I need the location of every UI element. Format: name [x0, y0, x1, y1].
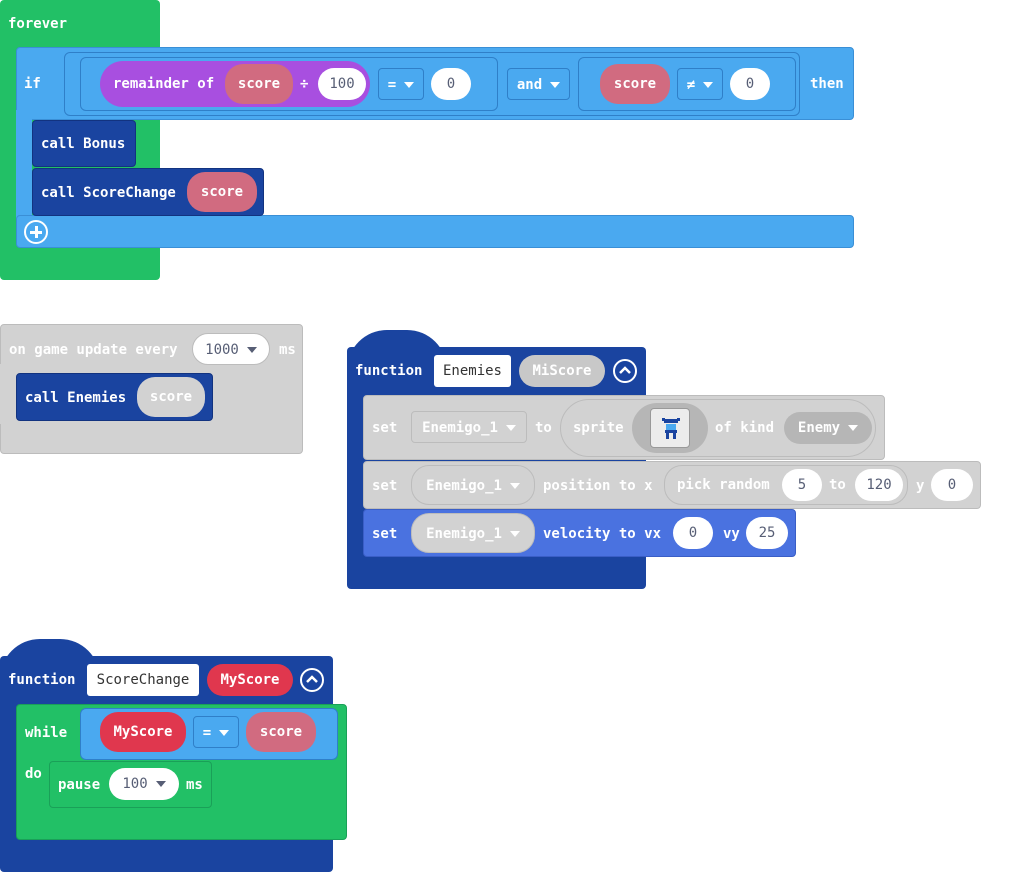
sprite-thumbnail[interactable]	[650, 408, 690, 448]
function-label-2: function	[8, 672, 76, 688]
set3-variable-dropdown[interactable]: Enemigo_1	[411, 513, 535, 553]
set2-variable-dropdown[interactable]: Enemigo_1	[411, 465, 535, 505]
while-operator: =	[202, 725, 212, 741]
function-label: function	[355, 363, 423, 379]
sprite-label: sprite	[573, 420, 624, 436]
equals-value-input[interactable]: 0	[431, 68, 471, 100]
divisor-input[interactable]: 100	[318, 68, 366, 100]
random-to-label: to	[829, 477, 846, 493]
chevron-down-icon	[550, 82, 561, 88]
set3-velocity-label: velocity to vx	[543, 526, 662, 542]
chevron-down-icon	[509, 531, 520, 537]
set2-position-label: position to x	[543, 478, 653, 494]
equals-operator-dropdown[interactable]: =	[378, 68, 424, 100]
if-block-body-left	[16, 110, 32, 230]
call-bonus-label: call Bonus	[41, 136, 126, 152]
score-variable[interactable]: score	[225, 64, 293, 104]
pause-value: 100	[122, 776, 148, 792]
scorechange-arg[interactable]: score	[187, 172, 257, 212]
chevron-down-icon	[848, 425, 859, 431]
chevron-down-icon	[509, 483, 520, 489]
score-variable-2[interactable]: score	[600, 64, 670, 104]
and-operator-dropdown[interactable]: and	[507, 68, 570, 100]
chevron-down-icon	[155, 781, 166, 787]
interval-dropdown[interactable]: 1000	[192, 333, 270, 365]
then-label: then	[810, 76, 844, 92]
set1-to-label: to	[535, 420, 552, 436]
random-min-input[interactable]: 5	[782, 469, 822, 501]
pick-random-label: pick random	[677, 477, 770, 493]
y-input[interactable]: 0	[931, 469, 973, 501]
pause-label: pause	[58, 777, 101, 793]
if-block-footer[interactable]	[16, 215, 854, 248]
call-bonus-block[interactable]: call Bonus	[32, 120, 136, 167]
of-kind-label: of kind	[715, 420, 775, 436]
add-else-icon[interactable]	[24, 220, 48, 244]
vx-input[interactable]: 0	[673, 517, 713, 549]
not-equal-operator: ≠	[686, 77, 696, 93]
chevron-down-icon	[404, 82, 415, 88]
interval-value: 1000	[205, 342, 239, 358]
set3-variable: Enemigo_1	[426, 526, 502, 542]
kind-value: Enemy	[797, 420, 841, 436]
call-scorechange-label: call ScoreChange	[41, 185, 176, 201]
function-name-input-2[interactable]: ScoreChange	[87, 664, 199, 696]
game-update-spine	[0, 364, 16, 424]
enemy-sprite-icon	[662, 418, 680, 439]
random-max-input[interactable]: 120	[855, 469, 903, 501]
while-operator-dropdown[interactable]: =	[193, 716, 239, 748]
chevron-down-icon	[505, 425, 516, 431]
and-operator: and	[516, 77, 543, 93]
game-update-label: on game update every	[9, 342, 178, 358]
equals-operator: =	[387, 77, 397, 93]
set2-y-label: y	[916, 478, 925, 494]
forever-label: forever	[8, 16, 68, 32]
chevron-down-icon	[703, 82, 714, 88]
set2-label: set	[372, 478, 398, 494]
remainder-label: remainder of	[113, 76, 215, 92]
set3-vy-label: vy	[723, 526, 740, 542]
while-right-variable[interactable]: score	[246, 712, 316, 752]
do-label: do	[25, 766, 42, 782]
param-miscore[interactable]: MiScore	[519, 355, 605, 387]
collapse-icon-2[interactable]	[300, 668, 324, 692]
chevron-down-icon	[219, 730, 230, 736]
call-enemies-arg[interactable]: score	[137, 377, 205, 417]
pause-dropdown[interactable]: 100	[109, 768, 179, 800]
set3-label: set	[372, 526, 398, 542]
if-label: if	[24, 76, 41, 92]
call-enemies-label: call Enemies	[25, 390, 127, 406]
function-name-input[interactable]: Enemies	[434, 355, 511, 387]
set1-variable-dropdown[interactable]: Enemigo_1	[411, 411, 527, 443]
while-label: while	[25, 725, 68, 741]
not-equal-operator-dropdown[interactable]: ≠	[677, 68, 723, 100]
pause-unit: ms	[186, 777, 203, 793]
collapse-icon[interactable]	[613, 359, 637, 383]
param-myscore[interactable]: MyScore	[207, 664, 293, 696]
set2-variable: Enemigo_1	[426, 478, 502, 494]
chevron-down-icon	[246, 347, 257, 353]
divide-symbol: ÷	[300, 76, 309, 92]
set1-variable: Enemigo_1	[422, 420, 498, 436]
while-left-variable[interactable]: MyScore	[100, 712, 186, 752]
not-equal-value-input[interactable]: 0	[730, 68, 770, 100]
kind-dropdown[interactable]: Enemy	[784, 412, 872, 444]
vy-input[interactable]: 25	[746, 517, 788, 549]
game-update-unit: ms	[279, 342, 296, 358]
set1-label: set	[372, 420, 398, 436]
